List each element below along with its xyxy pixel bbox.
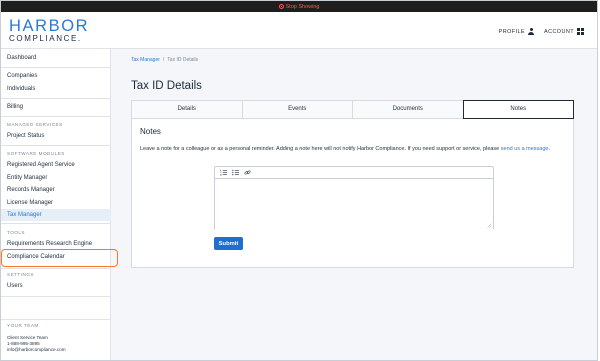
sidebar-item-tax-manager[interactable]: Tax Manager [1, 209, 111, 221]
ordered-list-button[interactable] [220, 169, 227, 176]
breadcrumb-current: Tax ID Details [167, 57, 199, 63]
bullet-list-icon [232, 169, 239, 176]
sidebar-item-project-status[interactable]: Project Status [1, 130, 111, 142]
notes-description: Leave a note for a colleague or as a per… [140, 146, 550, 152]
breadcrumb: Tax Manager / Tax ID Details [131, 57, 198, 63]
sidebar-item-companies[interactable]: Companies [1, 70, 111, 82]
bullet-list-button[interactable] [232, 169, 239, 176]
top-header: HARBOR COMPLIANCE. PROFILE ACCOUNT [1, 12, 597, 49]
sidebar-item-records-manager[interactable]: Records Manager [1, 184, 111, 196]
sidebar-item-registered-agent[interactable]: Registered Agent Service [1, 159, 111, 171]
editor-toolbar [215, 167, 493, 179]
send-message-link[interactable]: send us a message [501, 146, 549, 152]
compliance-calendar-highlight [1, 249, 118, 267]
person-icon [528, 28, 534, 35]
section-settings: SETTINGS [7, 272, 34, 277]
sidebar-divider [1, 319, 111, 320]
tab-events[interactable]: Events [243, 101, 353, 118]
sidebar: Dashboard Companies Individuals Billing … [1, 49, 118, 360]
note-textarea[interactable] [215, 180, 493, 230]
notes-description-text: Leave a note for a colleague or as a per… [140, 146, 501, 152]
notes-description-end: . [548, 146, 551, 152]
team-email[interactable]: info@harborcompliance.com [7, 347, 66, 353]
account-label: ACCOUNT [544, 28, 574, 35]
account-menu[interactable]: ACCOUNT [544, 28, 584, 35]
sidebar-divider [1, 223, 111, 224]
browser-viewport: Stop Showing HARBOR COMPLIANCE. PROFILE … [0, 0, 598, 361]
section-software-modules: SOFTWARE MODULES [7, 151, 65, 156]
breadcrumb-tax-manager[interactable]: Tax Manager [131, 57, 160, 63]
breadcrumb-separator: / [162, 57, 165, 63]
sidebar-divider [1, 145, 111, 146]
sidebar-item-dashboard[interactable]: Dashboard [1, 52, 111, 64]
sidebar-divider [1, 67, 111, 68]
resize-grip-icon[interactable] [487, 223, 492, 228]
ordered-list-icon [220, 169, 227, 176]
profile-label: PROFILE [498, 28, 525, 35]
stop-showing-button[interactable]: Stop Showing [278, 3, 320, 10]
sidebar-item-entity-manager[interactable]: Entity Manager [1, 172, 111, 184]
sidebar-divider [1, 268, 111, 269]
grid-icon [577, 28, 584, 35]
tab-documents[interactable]: Documents [353, 101, 464, 118]
header-links: PROFILE ACCOUNT [499, 28, 584, 35]
team-label: YOUR TEAM [7, 323, 39, 328]
tab-notes[interactable]: Notes [462, 100, 574, 119]
section-tools: TOOLS [7, 230, 25, 235]
main-content: Tax Manager / Tax ID Details Tax ID Deta… [112, 49, 597, 360]
section-managed-services: MANAGED SERVICES [7, 122, 63, 127]
sidebar-item-users[interactable]: Users [1, 280, 111, 292]
sidebar-divider [1, 116, 111, 117]
sidebar-item-license-manager[interactable]: License Manager [1, 197, 111, 209]
sidebar-divider [1, 296, 111, 297]
detail-tabs: Details Events Documents Notes [131, 100, 574, 119]
link-icon [244, 170, 251, 175]
stop-showing-label: Stop Showing [285, 3, 320, 10]
harbor-compliance-logo[interactable]: HARBOR COMPLIANCE. [9, 18, 89, 43]
notes-heading: Notes [140, 127, 161, 136]
page-title: Tax ID Details [131, 80, 202, 92]
submit-button[interactable]: Submit [214, 237, 243, 250]
sidebar-item-billing[interactable]: Billing [1, 101, 111, 113]
notes-panel: Notes Leave a note for a colleague or as… [131, 119, 574, 268]
logo-wordmark: HARBOR [9, 17, 90, 35]
sidebar-item-individuals[interactable]: Individuals [1, 83, 111, 95]
note-editor [214, 166, 494, 230]
profile-menu[interactable]: PROFILE [499, 28, 534, 35]
logo-subtitle: COMPLIANCE. [9, 33, 82, 43]
team-contact: YOUR TEAM Client Service Team 1-888-995-… [7, 323, 66, 353]
screen-share-bar: Stop Showing [1, 1, 597, 12]
tab-details[interactable]: Details [132, 101, 243, 118]
sidebar-divider [1, 98, 111, 99]
insert-link-button[interactable] [244, 169, 251, 176]
stop-record-icon [278, 4, 284, 9]
